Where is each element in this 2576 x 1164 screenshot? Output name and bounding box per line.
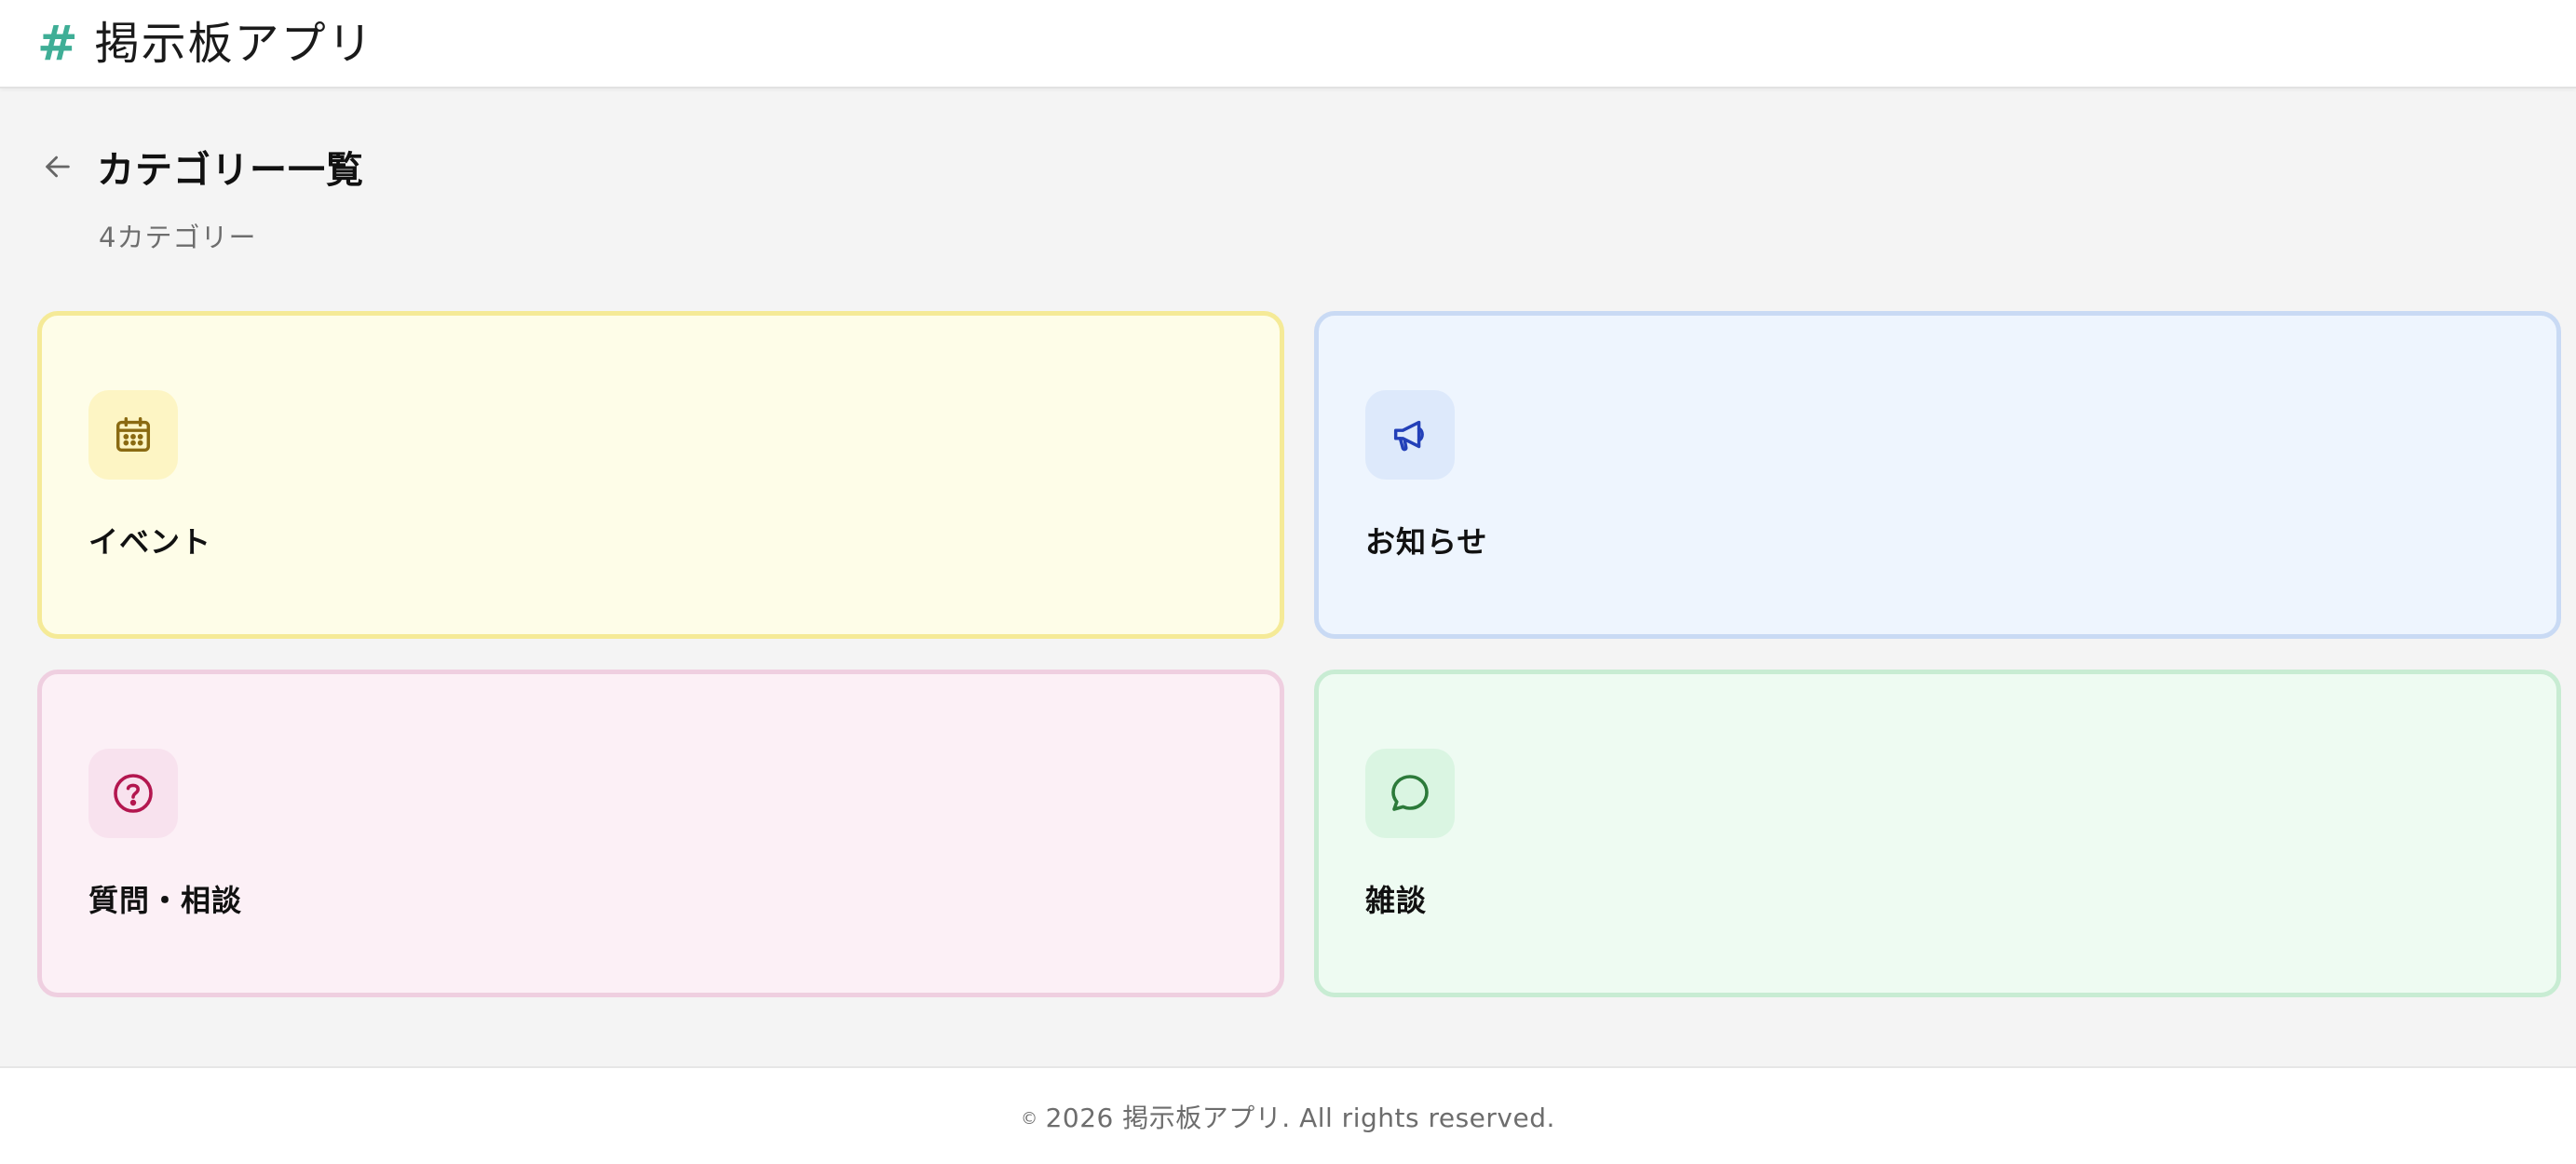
calendar-icon (115, 417, 151, 453)
category-card-qa[interactable]: 質問・相談 (37, 670, 1284, 997)
category-count: 4カテゴリー (99, 222, 257, 253)
app-header: # 掲示板アプリ (0, 0, 2576, 88)
category-card-event[interactable]: イベント (37, 311, 1284, 639)
page-heading: カテゴリー一覧 (37, 140, 364, 194)
hash-logo-icon[interactable]: # (37, 20, 78, 68)
arrow-left-icon (46, 156, 70, 178)
category-card-news[interactable]: お知らせ (1314, 311, 2561, 639)
app-title[interactable]: 掲示板アプリ (95, 21, 374, 66)
category-card-chat[interactable]: 雑談 (1314, 670, 2561, 997)
category-icon-box (1365, 749, 1455, 838)
category-label: 質問・相談 (88, 883, 243, 918)
copyright-symbol: © (1021, 1109, 1038, 1129)
chat-bubble-icon (1391, 775, 1429, 811)
megaphone-icon (1393, 420, 1424, 452)
category-icon-box (88, 749, 178, 838)
category-label: お知らせ (1365, 524, 1488, 560)
question-circle-icon (114, 774, 153, 813)
category-label: 雑談 (1365, 883, 1428, 918)
footer-copyright: © 2026 掲示板アプリ. All rights reserved. (1021, 1098, 1555, 1135)
category-icon-box (88, 390, 178, 480)
footer-text: 2026 掲示板アプリ. All rights reserved. (1045, 1102, 1555, 1133)
category-icon-box (1365, 390, 1455, 480)
category-label: イベント (88, 524, 212, 560)
back-button[interactable] (37, 146, 78, 187)
app-footer: © 2026 掲示板アプリ. All rights reserved. (0, 1066, 2576, 1164)
page-title: カテゴリー一覧 (97, 149, 364, 192)
